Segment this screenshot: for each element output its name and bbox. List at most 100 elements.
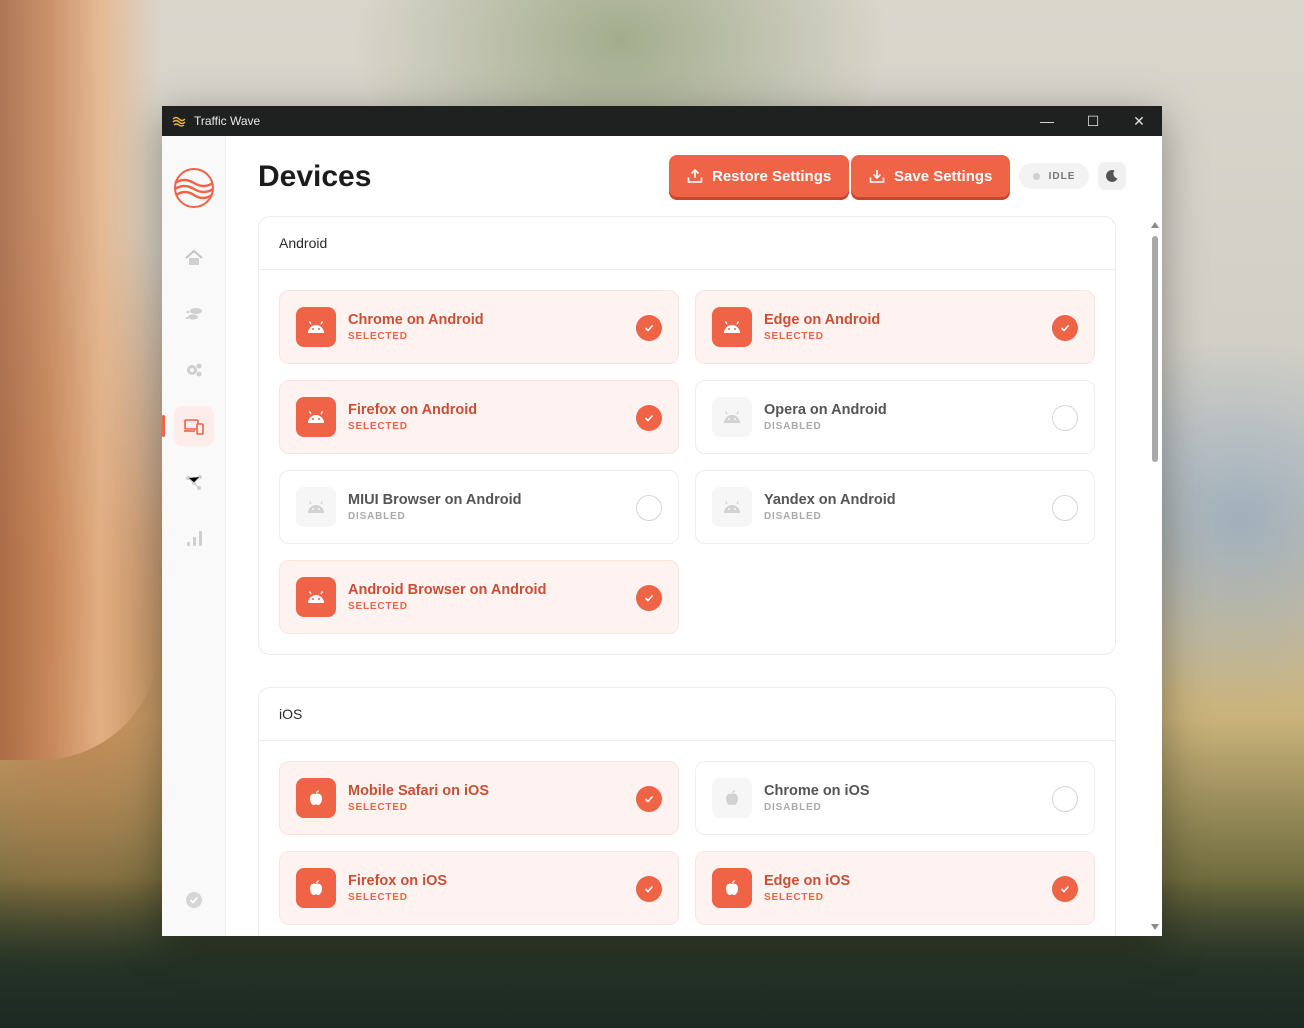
- device-card[interactable]: Firefox on iOS SELECTED: [279, 851, 679, 925]
- device-status: DISABLED: [764, 421, 822, 432]
- app-window: Traffic Wave — ☐ ✕ Devices Restore Setti…: [162, 106, 1162, 936]
- status-text: IDLE: [1048, 170, 1076, 182]
- device-status: DISABLED: [348, 511, 406, 522]
- device-name: Mobile Safari on iOS: [348, 783, 489, 799]
- title-bar[interactable]: Traffic Wave — ☐ ✕: [162, 106, 1162, 136]
- selected-check-icon[interactable]: [636, 405, 662, 431]
- traffic-icon: [185, 308, 202, 320]
- selected-check-icon[interactable]: [1052, 876, 1078, 902]
- device-status: SELECTED: [348, 892, 408, 903]
- device-status: SELECTED: [764, 892, 824, 903]
- page-title: Devices: [258, 160, 372, 193]
- sidebar-item-traffic[interactable]: [174, 294, 214, 334]
- device-card[interactable]: Edge on Android SELECTED: [695, 290, 1095, 364]
- save-settings-button[interactable]: Save Settings: [851, 155, 1011, 197]
- status-badge: IDLE: [1019, 163, 1089, 189]
- device-card[interactable]: Android Browser on Android SELECTED: [279, 560, 679, 634]
- device-name: Edge on iOS: [764, 873, 851, 889]
- device-card[interactable]: Chrome on Android SELECTED: [279, 290, 679, 364]
- save-settings-label: Save Settings: [894, 167, 993, 185]
- scroll-up-arrow-icon[interactable]: [1151, 222, 1159, 228]
- sidebar-item-network[interactable]: [174, 462, 214, 502]
- sidebar-item-settings[interactable]: [174, 350, 214, 390]
- theme-toggle-button[interactable]: [1098, 162, 1126, 190]
- device-name: Chrome on iOS: [764, 783, 870, 799]
- device-name: Edge on Android: [764, 312, 881, 328]
- sidebar-nav: [162, 238, 214, 574]
- moon-icon: [1106, 169, 1118, 182]
- download-tray-icon: [869, 170, 885, 183]
- device-status: SELECTED: [764, 331, 824, 342]
- sidebar: [162, 136, 226, 936]
- selected-check-icon[interactable]: [636, 585, 662, 611]
- scroll-down-arrow-icon[interactable]: [1151, 924, 1159, 930]
- device-card[interactable]: MIUI Browser on Android DISABLED: [279, 470, 679, 544]
- vertical-scrollbar[interactable]: [1148, 216, 1162, 936]
- scroll-thumb[interactable]: [1152, 236, 1158, 462]
- device-card[interactable]: Opera on Android DISABLED: [695, 380, 1095, 454]
- selected-check-icon[interactable]: [1052, 315, 1078, 341]
- selected-check-icon[interactable]: [636, 315, 662, 341]
- device-status: DISABLED: [764, 802, 822, 813]
- wallpaper-tree-trunk: [0, 0, 160, 760]
- apple-icon: [296, 868, 336, 908]
- close-button[interactable]: ✕: [1116, 106, 1162, 136]
- network-icon: [185, 475, 202, 490]
- device-card[interactable]: Yandex on Android DISABLED: [695, 470, 1095, 544]
- android-icon: [296, 577, 336, 617]
- unselected-check-circle[interactable]: [1052, 405, 1078, 431]
- android-icon: [296, 397, 336, 437]
- device-name: MIUI Browser on Android: [348, 492, 522, 508]
- android-section: Android Chrome on Android SELECTED Edge o…: [258, 216, 1116, 655]
- unselected-check-circle[interactable]: [1052, 786, 1078, 812]
- ios-device-grid: Mobile Safari on iOS SELECTED Chrome on i…: [259, 741, 1115, 936]
- device-status: SELECTED: [348, 331, 408, 342]
- sidebar-item-statistics[interactable]: [174, 518, 214, 558]
- device-card[interactable]: Mobile Safari on iOS SELECTED: [279, 761, 679, 835]
- verified-badge-icon: [182, 888, 206, 912]
- apple-icon: [712, 868, 752, 908]
- device-name: Firefox on Android: [348, 402, 478, 418]
- section-title: Android: [259, 217, 1115, 270]
- device-name: Android Browser on Android: [348, 582, 547, 598]
- device-status: SELECTED: [348, 802, 408, 813]
- restore-settings-button[interactable]: Restore Settings: [669, 155, 850, 197]
- selected-check-icon[interactable]: [636, 876, 662, 902]
- signal-bars-icon: [186, 531, 202, 546]
- device-name: Opera on Android: [764, 402, 887, 418]
- unselected-check-circle[interactable]: [1052, 495, 1078, 521]
- device-name: Yandex on Android: [764, 492, 896, 508]
- apple-icon: [712, 778, 752, 818]
- gears-icon: [186, 363, 201, 377]
- unselected-check-circle[interactable]: [636, 495, 662, 521]
- section-title: iOS: [259, 688, 1115, 741]
- android-icon: [296, 307, 336, 347]
- upload-tray-icon: [687, 168, 703, 183]
- selected-check-icon[interactable]: [636, 786, 662, 812]
- device-card[interactable]: Chrome on iOS DISABLED: [695, 761, 1095, 835]
- app-logo-icon: [172, 114, 186, 128]
- device-card[interactable]: Edge on iOS SELECTED: [695, 851, 1095, 925]
- home-icon: [184, 249, 203, 265]
- window-title: Traffic Wave: [194, 114, 261, 128]
- android-icon: [712, 307, 752, 347]
- apple-icon: [296, 778, 336, 818]
- device-status: SELECTED: [348, 421, 408, 432]
- maximize-button[interactable]: ☐: [1070, 106, 1116, 136]
- android-icon: [296, 487, 336, 527]
- device-card[interactable]: Firefox on Android SELECTED: [279, 380, 679, 454]
- device-name: Firefox on iOS: [348, 873, 448, 889]
- devices-scroll-area: Android Chrome on Android SELECTED Edge o…: [258, 216, 1116, 936]
- android-icon: [712, 397, 752, 437]
- ios-section: iOS Mobile Safari on iOS SELECTED Chrome …: [258, 687, 1116, 936]
- android-icon: [712, 487, 752, 527]
- status-dot: [1032, 172, 1040, 180]
- device-status: DISABLED: [764, 511, 822, 522]
- minimize-button[interactable]: —: [1024, 106, 1070, 136]
- device-name: Chrome on Android: [348, 312, 484, 328]
- page-header: Devices Restore Settings Save Settings I…: [226, 136, 1162, 216]
- device-status: SELECTED: [348, 601, 408, 612]
- android-device-grid: Chrome on Android SELECTED Edge on Androi…: [259, 270, 1115, 654]
- sidebar-item-home[interactable]: [174, 238, 214, 278]
- sidebar-item-devices[interactable]: [162, 406, 214, 446]
